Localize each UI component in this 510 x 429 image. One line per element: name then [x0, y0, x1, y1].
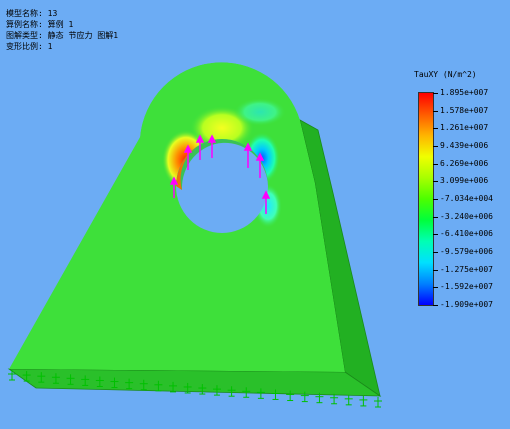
legend-tick — [433, 234, 438, 236]
legend-tick-label: -1.275e+007 — [440, 264, 493, 274]
legend-tick-label: -9.579e+006 — [440, 247, 493, 256]
info-deformation-scale: 变形比例: 1 — [6, 42, 53, 51]
legend-tick — [433, 287, 438, 289]
legend-tick-label: 6.269e+006 — [440, 158, 489, 168]
legend-tick — [433, 269, 438, 271]
legend-tick-label: -3.240e+006 — [440, 211, 493, 221]
fixture-marker — [359, 395, 368, 407]
legend-tick-label: -6.410e+006 — [440, 229, 493, 239]
info-plot-type: 图解类型: 静态 节应力 图解1 — [6, 31, 119, 40]
legend-tick-label: -7.034e+004 — [440, 194, 493, 203]
legend-tick-label: -1.909e+007 — [440, 300, 493, 309]
legend-title: TauXY (N/m^2) — [414, 70, 477, 79]
legend-tick-label: 1.895e+007 — [440, 88, 489, 97]
legend-tick — [433, 199, 438, 200]
stress-hotspot-cyan-top — [234, 98, 286, 126]
legend-tick — [433, 305, 438, 306]
info-model-name: 模型名称: 13 — [6, 9, 58, 18]
legend-tick — [433, 216, 438, 218]
plate-front-face — [9, 62, 345, 373]
legend-tick-label: -1.592e+007 — [440, 282, 493, 292]
legend-colorbar — [418, 92, 434, 306]
fixture-marker — [344, 394, 353, 406]
legend-tick-label: 1.261e+007 — [440, 123, 489, 133]
legend-tick — [433, 110, 438, 112]
legend-tick — [433, 252, 438, 253]
legend-tick — [433, 146, 438, 147]
legend-tick-label: 1.578e+007 — [440, 105, 489, 115]
fixture-marker — [374, 397, 382, 408]
info-study-name: 算例名称: 算例 1 — [6, 20, 74, 29]
legend-tick — [433, 163, 438, 165]
legend-tick — [433, 181, 438, 183]
legend-tick-label: 3.099e+006 — [440, 176, 489, 186]
plate-bottom-face — [7, 368, 382, 397]
legend-tick-label: 9.439e+006 — [440, 141, 489, 150]
legend-tick — [433, 128, 438, 130]
legend-tick — [433, 93, 438, 94]
